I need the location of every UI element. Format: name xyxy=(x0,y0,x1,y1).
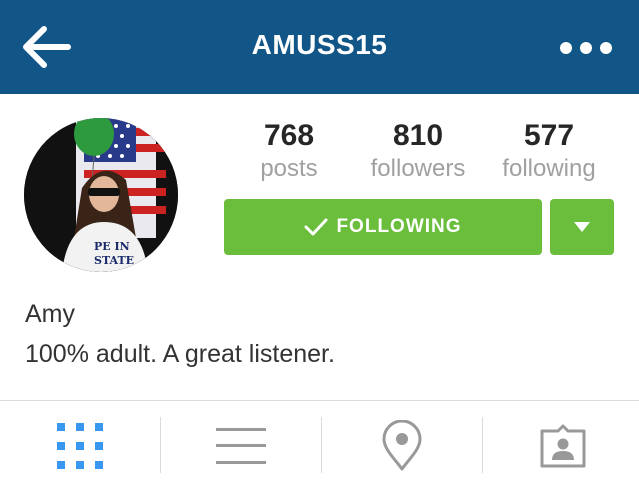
tagged-user-icon xyxy=(540,424,586,467)
arrow-left-icon xyxy=(23,26,71,68)
profile-name: Amy xyxy=(25,300,75,328)
back-button[interactable] xyxy=(18,24,74,70)
posts-count: 768 xyxy=(263,119,315,152)
profile-username-title: AMUSS15 xyxy=(251,29,388,60)
list-icon xyxy=(216,427,266,464)
avatar-photo: PE IN STATE xyxy=(24,118,178,272)
profile-tab-bar xyxy=(0,400,639,490)
tab-grid-view[interactable] xyxy=(0,401,160,490)
svg-text:PE IN: PE IN xyxy=(94,240,130,253)
location-pin-icon xyxy=(382,419,422,470)
suggested-dropdown-button[interactable] xyxy=(550,199,614,255)
followers-label: followers xyxy=(370,155,466,182)
top-nav-bar: AMUSS15 xyxy=(0,0,639,94)
tab-photo-map[interactable] xyxy=(322,401,482,490)
svg-text:STATE: STATE xyxy=(94,254,134,267)
profile-bio: 100% adult. A great listener. xyxy=(25,340,335,368)
grid-icon xyxy=(57,422,103,469)
profile-avatar[interactable]: PE IN STATE xyxy=(24,118,178,272)
following-button-label: FOLLOWING xyxy=(336,216,462,237)
tab-list-view[interactable] xyxy=(161,401,321,490)
check-icon xyxy=(304,218,328,236)
following-label: following xyxy=(502,155,596,182)
more-horizontal-icon xyxy=(560,42,612,54)
following-count: 577 xyxy=(523,119,575,152)
posts-stat: 768 posts xyxy=(224,118,354,184)
following-stat[interactable]: 577 following xyxy=(484,118,614,184)
followers-stat[interactable]: 810 followers xyxy=(353,118,483,184)
tab-tagged-photos[interactable] xyxy=(483,401,639,490)
followers-count: 810 xyxy=(392,119,444,152)
more-options-button[interactable] xyxy=(556,36,616,60)
caret-down-icon xyxy=(574,222,590,232)
posts-label: posts xyxy=(260,155,318,182)
following-button[interactable]: FOLLOWING xyxy=(224,199,542,255)
